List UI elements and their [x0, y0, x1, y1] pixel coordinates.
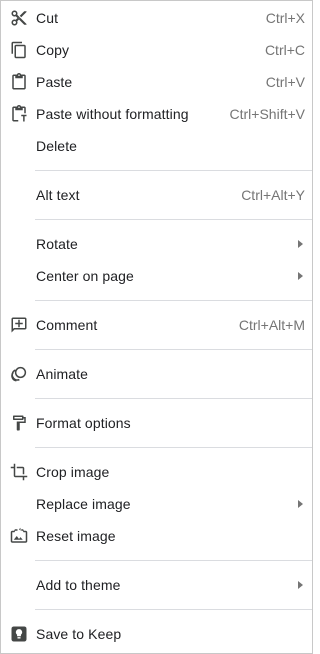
- format-paint-icon: [10, 414, 28, 432]
- shortcut-text: Ctrl+Alt+M: [238, 317, 305, 333]
- menu-item-label: Rotate: [36, 236, 78, 252]
- animate-icon: [10, 365, 28, 383]
- menu-item-add-to-theme[interactable]: Add to theme: [1, 569, 312, 601]
- menu-item-crop-image[interactable]: Crop image: [1, 456, 312, 488]
- menu-divider: [35, 398, 312, 399]
- menu-item-label: Paste: [36, 74, 73, 90]
- shortcut-text: Ctrl+C: [264, 42, 305, 58]
- menu-divider: [35, 560, 312, 561]
- keep-icon: [10, 625, 28, 643]
- menu-item-animate[interactable]: Animate: [1, 358, 312, 390]
- menu-item-label: Reset image: [36, 528, 116, 544]
- clipboard-icon: [10, 73, 28, 91]
- context-menu: Cut Ctrl+X Copy Ctrl+C Paste Ctrl+V Past…: [0, 0, 313, 654]
- menu-item-save-to-keep[interactable]: Save to Keep: [1, 618, 312, 650]
- menu-item-label: Center on page: [36, 268, 134, 284]
- menu-item-center-on-page[interactable]: Center on page: [1, 260, 312, 292]
- menu-item-paste-without-formatting[interactable]: Paste without formatting Ctrl+Shift+V: [1, 98, 312, 130]
- menu-divider: [35, 170, 312, 171]
- menu-item-label: Replace image: [36, 496, 131, 512]
- copy-icon: [10, 41, 28, 59]
- menu-divider: [35, 219, 312, 220]
- reset-image-icon: [10, 527, 28, 545]
- menu-item-cut[interactable]: Cut Ctrl+X: [1, 2, 312, 34]
- menu-item-delete[interactable]: Delete: [1, 130, 312, 162]
- menu-item-label: Delete: [36, 138, 78, 154]
- scissors-icon: [10, 9, 28, 27]
- menu-divider: [35, 349, 312, 350]
- menu-item-replace-image[interactable]: Replace image: [1, 488, 312, 520]
- shortcut-text: Ctrl+V: [265, 74, 305, 90]
- menu-item-label: Comment: [36, 317, 98, 333]
- submenu-arrow-icon: [298, 240, 303, 248]
- menu-divider: [35, 300, 312, 301]
- menu-item-reset-image[interactable]: Reset image: [1, 520, 312, 552]
- menu-item-label: Save to Keep: [36, 626, 122, 642]
- shortcut-text: Ctrl+X: [265, 10, 305, 26]
- menu-item-label: Animate: [36, 366, 89, 382]
- menu-item-rotate[interactable]: Rotate: [1, 228, 312, 260]
- menu-item-label: Alt text: [36, 187, 80, 203]
- menu-divider: [35, 447, 312, 448]
- shortcut-text: Ctrl+Alt+Y: [241, 187, 305, 203]
- menu-item-label: Format options: [36, 415, 131, 431]
- clipboard-text-icon: [10, 105, 28, 123]
- crop-icon: [10, 463, 28, 481]
- submenu-arrow-icon: [298, 500, 303, 508]
- menu-divider: [35, 609, 312, 610]
- menu-item-alt-text[interactable]: Alt text Ctrl+Alt+Y: [1, 179, 312, 211]
- menu-item-label: Crop image: [36, 464, 110, 480]
- menu-item-label: Paste without formatting: [36, 106, 189, 122]
- menu-item-comment[interactable]: Comment Ctrl+Alt+M: [1, 309, 312, 341]
- submenu-arrow-icon: [298, 272, 303, 280]
- menu-item-label: Cut: [36, 10, 59, 26]
- menu-item-paste[interactable]: Paste Ctrl+V: [1, 66, 312, 98]
- menu-item-label: Copy: [36, 42, 70, 58]
- shortcut-text: Ctrl+Shift+V: [229, 106, 305, 122]
- menu-item-label: Add to theme: [36, 577, 121, 593]
- submenu-arrow-icon: [298, 581, 303, 589]
- comment-add-icon: [10, 316, 28, 334]
- menu-item-format-options[interactable]: Format options: [1, 407, 312, 439]
- menu-item-copy[interactable]: Copy Ctrl+C: [1, 34, 312, 66]
